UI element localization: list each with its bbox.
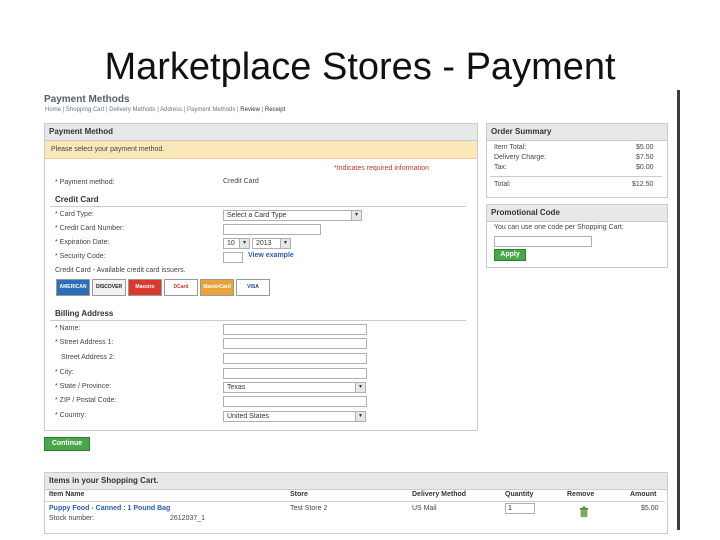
expiration-label: * Expiration Date:	[55, 239, 110, 246]
issuers-note: Credit Card - Available credit card issu…	[55, 267, 186, 274]
chevron-down-icon: ▾	[351, 211, 361, 220]
stock-number-value: 2612037_1	[170, 515, 206, 522]
exp-month-select[interactable]: 10 ▾	[223, 238, 250, 249]
item-total-value: $5.00	[636, 144, 654, 151]
breadcrumb-home[interactable]: Home	[45, 107, 61, 113]
apply-button[interactable]: Apply	[494, 249, 526, 261]
header-delivery-method: Delivery Method	[412, 491, 467, 498]
card-type-label: * Card Type:	[55, 211, 94, 218]
slide-title: Marketplace Stores - Payment	[104, 46, 616, 88]
card-type-value: Select a Card Type	[227, 212, 287, 219]
chevron-down-icon: ▾	[355, 383, 365, 392]
amex-card-icon: AMERICAN EXPRESS	[56, 279, 90, 296]
exp-month-value: 10	[227, 240, 235, 247]
delivery-charge-label: Delivery Charge:	[494, 154, 547, 161]
trash-icon[interactable]	[579, 504, 589, 517]
country-label: * Country:	[55, 412, 87, 419]
payment-notice: Please select your payment method.	[45, 141, 477, 159]
continue-button[interactable]: Continue	[44, 437, 90, 451]
header-remove: Remove	[567, 491, 595, 498]
payment-panel-title: Payment Method	[45, 124, 477, 141]
chevron-down-icon: ▾	[355, 412, 365, 421]
credit-card-section-title: Credit Card	[55, 195, 99, 204]
zip-label: * ZIP / Postal Code:	[55, 397, 117, 404]
chevron-down-icon: ▾	[239, 239, 249, 248]
divider	[45, 501, 665, 502]
divider	[50, 320, 466, 321]
name-label: * Name:	[55, 325, 81, 332]
street2-label: Street Address 2:	[61, 354, 115, 361]
exp-year-value: 2013	[256, 240, 272, 247]
security-code-label: * Security Code:	[55, 253, 106, 260]
breadcrumb-delivery-methods[interactable]: Delivery Methods	[109, 107, 155, 113]
cart-item-name-link[interactable]: Puppy Food - Canned : 1 Pound Bag	[49, 505, 170, 512]
cart-panel: Items in your Shopping Cart.	[44, 472, 668, 534]
state-select[interactable]: Texas ▾	[223, 382, 366, 393]
required-note: *Indicates required information	[334, 165, 429, 172]
breadcrumb-review: Review	[240, 107, 260, 113]
promo-title: Promotional Code	[487, 205, 667, 222]
payment-method-value: Credit Card	[223, 178, 259, 185]
city-label: * City:	[55, 369, 74, 376]
item-total-label: Item Total:	[494, 144, 527, 151]
card-number-input[interactable]	[223, 224, 321, 235]
card-number-label: * Credit Card Number:	[55, 225, 125, 232]
cart-title: Items in your Shopping Cart.	[45, 473, 667, 490]
divider	[50, 206, 466, 207]
page-title: Payment Methods	[44, 94, 130, 105]
order-summary-title: Order Summary	[487, 124, 667, 141]
state-value: Texas	[227, 384, 246, 391]
view-example-link[interactable]: View example	[248, 252, 294, 259]
billing-section-title: Billing Address	[55, 309, 114, 318]
zip-input[interactable]	[223, 396, 367, 407]
breadcrumb-shopping-cart[interactable]: Shopping Cart	[66, 107, 104, 113]
mastercard-card-icon: MasterCard	[200, 279, 234, 296]
visa-card-icon: VISA	[236, 279, 270, 296]
cart-item-amount: $5.00	[641, 505, 659, 512]
stock-number-label: Stock number:	[49, 515, 95, 522]
screenshot: Payment Methods Home | Shopping Cart | D…	[38, 90, 680, 540]
breadcrumb-receipt: Receipt	[264, 107, 286, 113]
discover-card-icon: DISCOVER	[92, 279, 126, 296]
security-code-input[interactable]	[223, 252, 243, 263]
delivery-charge-value: $7.50	[636, 154, 654, 161]
breadcrumb: Home | Shopping Cart | Delivery Methods …	[45, 107, 286, 113]
promo-note: You can use one code per Shopping Cart.	[494, 224, 624, 231]
quantity-input[interactable]: 1	[505, 503, 535, 514]
breadcrumb-address[interactable]: Address	[160, 107, 182, 113]
chevron-down-icon: ▾	[280, 239, 290, 248]
header-store: Store	[290, 491, 308, 498]
frame-edge	[677, 90, 680, 530]
divider	[490, 176, 662, 177]
name-input[interactable]	[223, 324, 367, 335]
header-amount: Amount	[630, 491, 657, 498]
card-type-select[interactable]: Select a Card Type ▾	[223, 210, 362, 221]
cart-item-delivery: US Mail	[412, 505, 437, 512]
dcard-card-icon: DCard	[164, 279, 198, 296]
maestro-card-icon: Maestro	[128, 279, 162, 296]
street2-input[interactable]	[223, 353, 367, 364]
state-label: * State / Province:	[55, 383, 112, 390]
tax-value: $0.00	[636, 164, 654, 171]
street1-input[interactable]	[223, 338, 367, 349]
tax-label: Tax:	[494, 164, 507, 171]
breadcrumb-payment-methods: Payment Methods	[187, 107, 236, 113]
country-select[interactable]: United States ▾	[223, 411, 366, 422]
cart-item-store: Test Store 2	[290, 505, 328, 512]
total-label: Total:	[494, 181, 511, 188]
city-input[interactable]	[223, 368, 367, 379]
total-value: $12.50	[632, 181, 654, 188]
header-quantity: Quantity	[505, 491, 534, 498]
exp-year-select[interactable]: 2013 ▾	[252, 238, 291, 249]
street1-label: * Street Address 1:	[55, 339, 114, 346]
country-value: United States	[227, 413, 270, 420]
payment-method-label: * Payment method:	[55, 179, 115, 186]
header-item-name: Item Name	[49, 491, 85, 498]
promo-code-input[interactable]	[494, 236, 592, 247]
